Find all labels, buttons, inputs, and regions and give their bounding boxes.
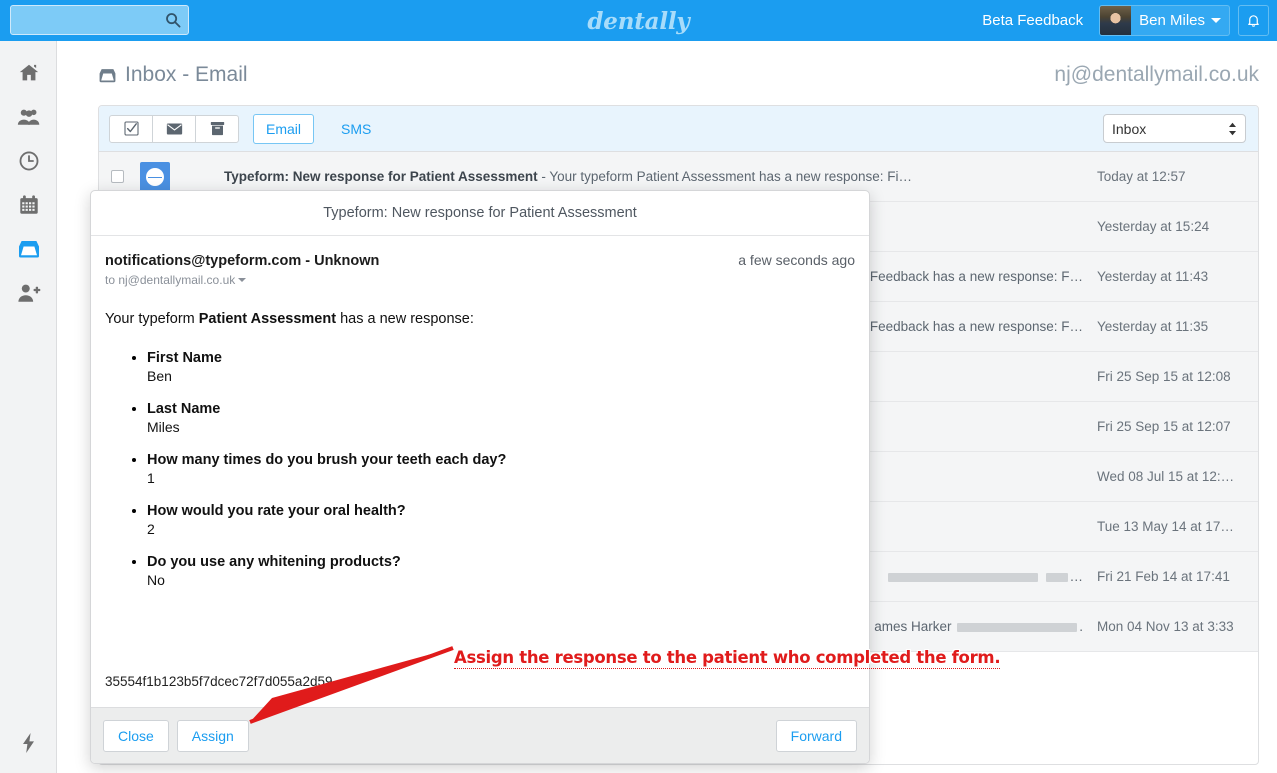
user-name-text: Ben Miles xyxy=(1139,12,1205,29)
row-subject-preview: Typeform: New response for Patient Asses… xyxy=(224,169,1083,184)
sidebar-item-recent[interactable] xyxy=(0,139,57,183)
intro-prefix: Your typeform xyxy=(105,311,199,327)
notifications-button[interactable] xyxy=(1238,5,1269,36)
email-to: to nj@dentallymail.co.uk xyxy=(105,273,235,287)
page-title-text: Inbox - Email xyxy=(125,63,248,87)
row-timestamp: Mon 04 Nov 13 at 3:33 xyxy=(1083,619,1258,634)
clock-icon xyxy=(18,150,40,172)
page-header: Inbox - Email nj@dentallymail.co.uk xyxy=(98,55,1259,95)
email-from-row: notifications@typeform.com - Unknown a f… xyxy=(105,252,855,269)
folder-select-value: Inbox xyxy=(1112,121,1146,137)
row-timestamp: Tue 13 May 14 at 17… xyxy=(1083,519,1258,534)
top-bar: dentally Beta Feedback Ben Miles xyxy=(0,0,1277,41)
tab-email[interactable]: Email xyxy=(253,114,314,144)
forward-button[interactable]: Forward xyxy=(776,720,857,752)
close-button[interactable]: Close xyxy=(103,720,169,752)
email-intro: Your typeform Patient Assessment has a n… xyxy=(105,311,855,327)
question-text: Do you use any whitening products? xyxy=(147,554,855,570)
redacted-text xyxy=(957,623,1077,632)
question-text: How many times do you brush your teeth e… xyxy=(147,452,855,468)
mark-as-read-button[interactable] xyxy=(152,115,196,143)
lightning-bolt-icon xyxy=(21,733,37,753)
typeform-avatar xyxy=(140,162,170,192)
page-title: Inbox - Email xyxy=(98,63,248,87)
row-preview: - Your typeform Patient Assessment has a… xyxy=(538,169,912,184)
calendar-icon xyxy=(18,194,40,216)
inbox-toolbar: Email SMS Inbox xyxy=(99,106,1258,152)
check-square-icon xyxy=(124,121,139,136)
modal-title: Typeform: New response for Patient Asses… xyxy=(91,191,869,236)
avatar xyxy=(1100,6,1131,35)
select-all-button[interactable] xyxy=(109,115,153,143)
row-timestamp: Wed 08 Jul 15 at 12:… xyxy=(1083,469,1258,484)
envelope-icon xyxy=(166,122,183,136)
answer-text: Miles xyxy=(147,419,855,435)
account-email: nj@dentallymail.co.uk xyxy=(1054,63,1259,87)
annotation-arrow xyxy=(210,636,460,746)
row-preview: ames Harker xyxy=(874,619,951,634)
row-subject: Typeform: New response for Patient Asses… xyxy=(224,169,538,184)
answer-text: 2 xyxy=(147,521,855,537)
modal-body: notifications@typeform.com - Unknown a f… xyxy=(91,236,869,707)
patients-icon xyxy=(17,106,41,128)
user-menu[interactable]: Ben Miles xyxy=(1099,5,1230,36)
sidebar-item-calendar[interactable] xyxy=(0,183,57,227)
email-from: notifications@typeform.com - Unknown xyxy=(105,253,379,269)
inbox-icon xyxy=(17,238,41,260)
sidebar-item-patients[interactable] xyxy=(0,95,57,139)
sidebar-item-add-patient[interactable] xyxy=(0,271,57,315)
list-item: Do you use any whitening products? No xyxy=(147,553,855,588)
sidebar xyxy=(0,41,57,773)
list-item: How many times do you brush your teeth e… xyxy=(147,451,855,486)
intro-suffix: has a new response: xyxy=(336,311,474,327)
row-timestamp: Fri 25 Sep 15 at 12:07 xyxy=(1083,419,1258,434)
question-text: First Name xyxy=(147,350,855,366)
tab-sms[interactable]: SMS xyxy=(328,114,384,144)
modal-footer: Close Assign Forward xyxy=(91,707,869,763)
row-timestamp: Fri 25 Sep 15 at 12:08 xyxy=(1083,369,1258,384)
email-preview-modal: Typeform: New response for Patient Asses… xyxy=(90,190,870,764)
sidebar-item-home[interactable] xyxy=(0,51,57,95)
archive-button[interactable] xyxy=(195,115,239,143)
row-timestamp: Fri 21 Feb 14 at 17:41 xyxy=(1083,569,1258,584)
row-preview: Feedback has a new response: F… xyxy=(870,319,1083,334)
folder-select[interactable]: Inbox xyxy=(1103,114,1246,143)
row-timestamp: Today at 12:57 xyxy=(1083,169,1258,184)
top-bar-right: Beta Feedback Ben Miles xyxy=(982,0,1269,41)
email-to-row[interactable]: to nj@dentallymail.co.uk xyxy=(105,273,855,287)
answer-text: Ben xyxy=(147,368,855,384)
redacted-text xyxy=(1046,573,1068,582)
row-preview: Feedback has a new response: F… xyxy=(870,269,1083,284)
row-checkbox[interactable] xyxy=(111,170,124,183)
annotation-text: Assign the response to the patient who c… xyxy=(454,648,1000,669)
answer-text: No xyxy=(147,572,855,588)
list-item: Last Name Miles xyxy=(147,400,855,435)
intro-form-name: Patient Assessment xyxy=(199,311,336,327)
answer-text: 1 xyxy=(147,470,855,486)
chevron-down-icon xyxy=(1211,18,1221,23)
question-text: How would you rate your oral health? xyxy=(147,503,855,519)
row-timestamp: Yesterday at 11:35 xyxy=(1083,319,1258,334)
user-menu-label: Ben Miles xyxy=(1131,12,1229,29)
chevron-down-icon xyxy=(238,278,246,282)
question-text: Last Name xyxy=(147,401,855,417)
select-arrows-icon xyxy=(1228,122,1237,136)
toolbar-button-group xyxy=(109,115,239,143)
response-list: First Name Ben Last Name Miles How many … xyxy=(105,349,855,588)
inbox-icon xyxy=(98,67,117,84)
add-person-icon xyxy=(17,282,41,304)
redacted-text xyxy=(888,573,1038,582)
sidebar-item-quick-actions[interactable] xyxy=(0,721,57,765)
beta-feedback-link[interactable]: Beta Feedback xyxy=(982,12,1083,29)
email-received-ago: a few seconds ago xyxy=(738,252,855,268)
sidebar-item-inbox[interactable] xyxy=(0,227,57,271)
list-item: First Name Ben xyxy=(147,349,855,384)
typeform-face-icon xyxy=(146,168,164,186)
home-icon xyxy=(18,62,40,84)
row-timestamp: Yesterday at 15:24 xyxy=(1083,219,1258,234)
row-timestamp: Yesterday at 11:43 xyxy=(1083,269,1258,284)
archive-box-icon xyxy=(210,121,225,136)
list-item: How would you rate your oral health? 2 xyxy=(147,502,855,537)
